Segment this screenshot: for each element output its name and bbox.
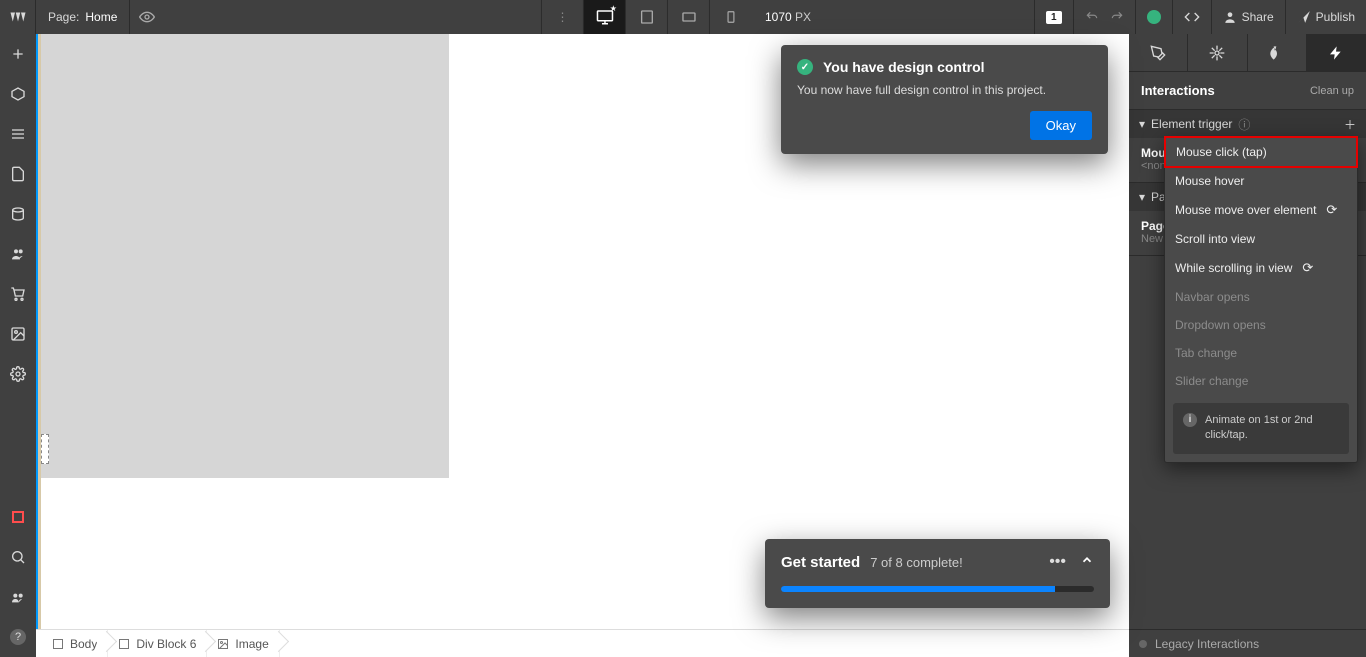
publish-button[interactable]: Publish [1285,0,1366,34]
section-element-trigger[interactable]: ▾Element trigger ⓘ ＋ [1129,110,1366,138]
navigator[interactable] [0,114,36,154]
users[interactable] [0,234,36,274]
tab-style[interactable] [1129,34,1188,71]
placeholder-image[interactable] [41,34,449,478]
dropdown-item[interactable]: Mouse hover [1165,167,1357,195]
help[interactable]: ? [0,617,36,657]
empty-element[interactable] [41,434,49,464]
more-options[interactable]: ⋮ [541,0,583,34]
preview-toggle[interactable] [130,0,164,34]
collaborators[interactable]: 1 [1034,0,1073,34]
redo-button[interactable] [1110,0,1135,34]
add-trigger[interactable]: ＋ [1344,116,1356,133]
status-ok[interactable] [1135,0,1172,34]
tab-interactions[interactable] [1307,34,1366,71]
dropdown-item: Tab change [1165,339,1357,367]
dropdown-item[interactable]: While scrolling in view [1165,253,1357,283]
canvas-width: 1070 PX [751,10,825,24]
dropdown-item[interactable]: Mouse click (tap) [1164,136,1358,168]
assets[interactable] [0,314,36,354]
cms[interactable] [0,194,36,234]
crumb-image[interactable]: Image [207,630,279,657]
breadcrumb: Body Div Block 6 Image [36,629,1129,657]
dropdown-item: Navbar opens [1165,283,1357,311]
okay-button[interactable]: Okay [1030,111,1092,140]
share-button[interactable]: Share [1211,0,1285,34]
symbols[interactable] [0,74,36,114]
get-started-progress: 7 of 8 complete! [870,555,963,570]
tab-settings[interactable] [1188,34,1247,71]
tab-effects[interactable] [1248,34,1307,71]
dropdown-item: Dropdown opens [1165,311,1357,339]
get-started-title: Get started [781,554,860,571]
export-code[interactable] [1172,0,1211,34]
panel-title: Interactions [1141,83,1215,98]
page-selector[interactable]: Page: Home [36,0,130,34]
add-element[interactable] [0,34,36,74]
ecommerce[interactable] [0,274,36,314]
collapse-icon[interactable] [1080,553,1094,572]
audit[interactable] [0,497,36,537]
check-icon: ✓ [797,59,813,75]
video-tutorials[interactable] [0,577,36,617]
undo-button[interactable] [1073,0,1110,34]
crumb-body[interactable]: Body [42,630,108,657]
dropdown-item[interactable]: Scroll into view [1165,225,1357,253]
dropdown-item: Slider change [1165,367,1357,395]
device-desktop[interactable] [583,0,625,34]
loop-icon [1302,260,1313,276]
get-started-panel[interactable]: Get started 7 of 8 complete! ••• [765,539,1110,608]
page-name: Home [85,10,117,24]
design-control-toast: ✓ You have design control You now have f… [781,45,1108,154]
cleanup-button[interactable]: Clean up [1310,85,1354,97]
pages[interactable] [0,154,36,194]
webflow-logo[interactable] [0,0,36,34]
device-tablet[interactable] [625,0,667,34]
dropdown-item[interactable]: Mouse move over element [1165,195,1357,225]
settings[interactable] [0,354,36,394]
progress-track [781,586,1094,592]
legacy-interactions[interactable]: Legacy Interactions [1129,629,1366,657]
device-mobile[interactable] [709,0,751,34]
search[interactable] [0,537,36,577]
device-tablet-landscape[interactable] [667,0,709,34]
more-icon[interactable]: ••• [1049,553,1066,572]
crumb-div[interactable]: Div Block 6 [108,630,207,657]
trigger-dropdown: Mouse click (tap)Mouse hoverMouse move o… [1164,136,1358,463]
dropdown-info: i Animate on 1st or 2nd click/tap. [1173,403,1349,454]
loop-icon [1326,202,1337,218]
progress-fill [781,586,1055,592]
page-label: Page: [48,10,79,24]
